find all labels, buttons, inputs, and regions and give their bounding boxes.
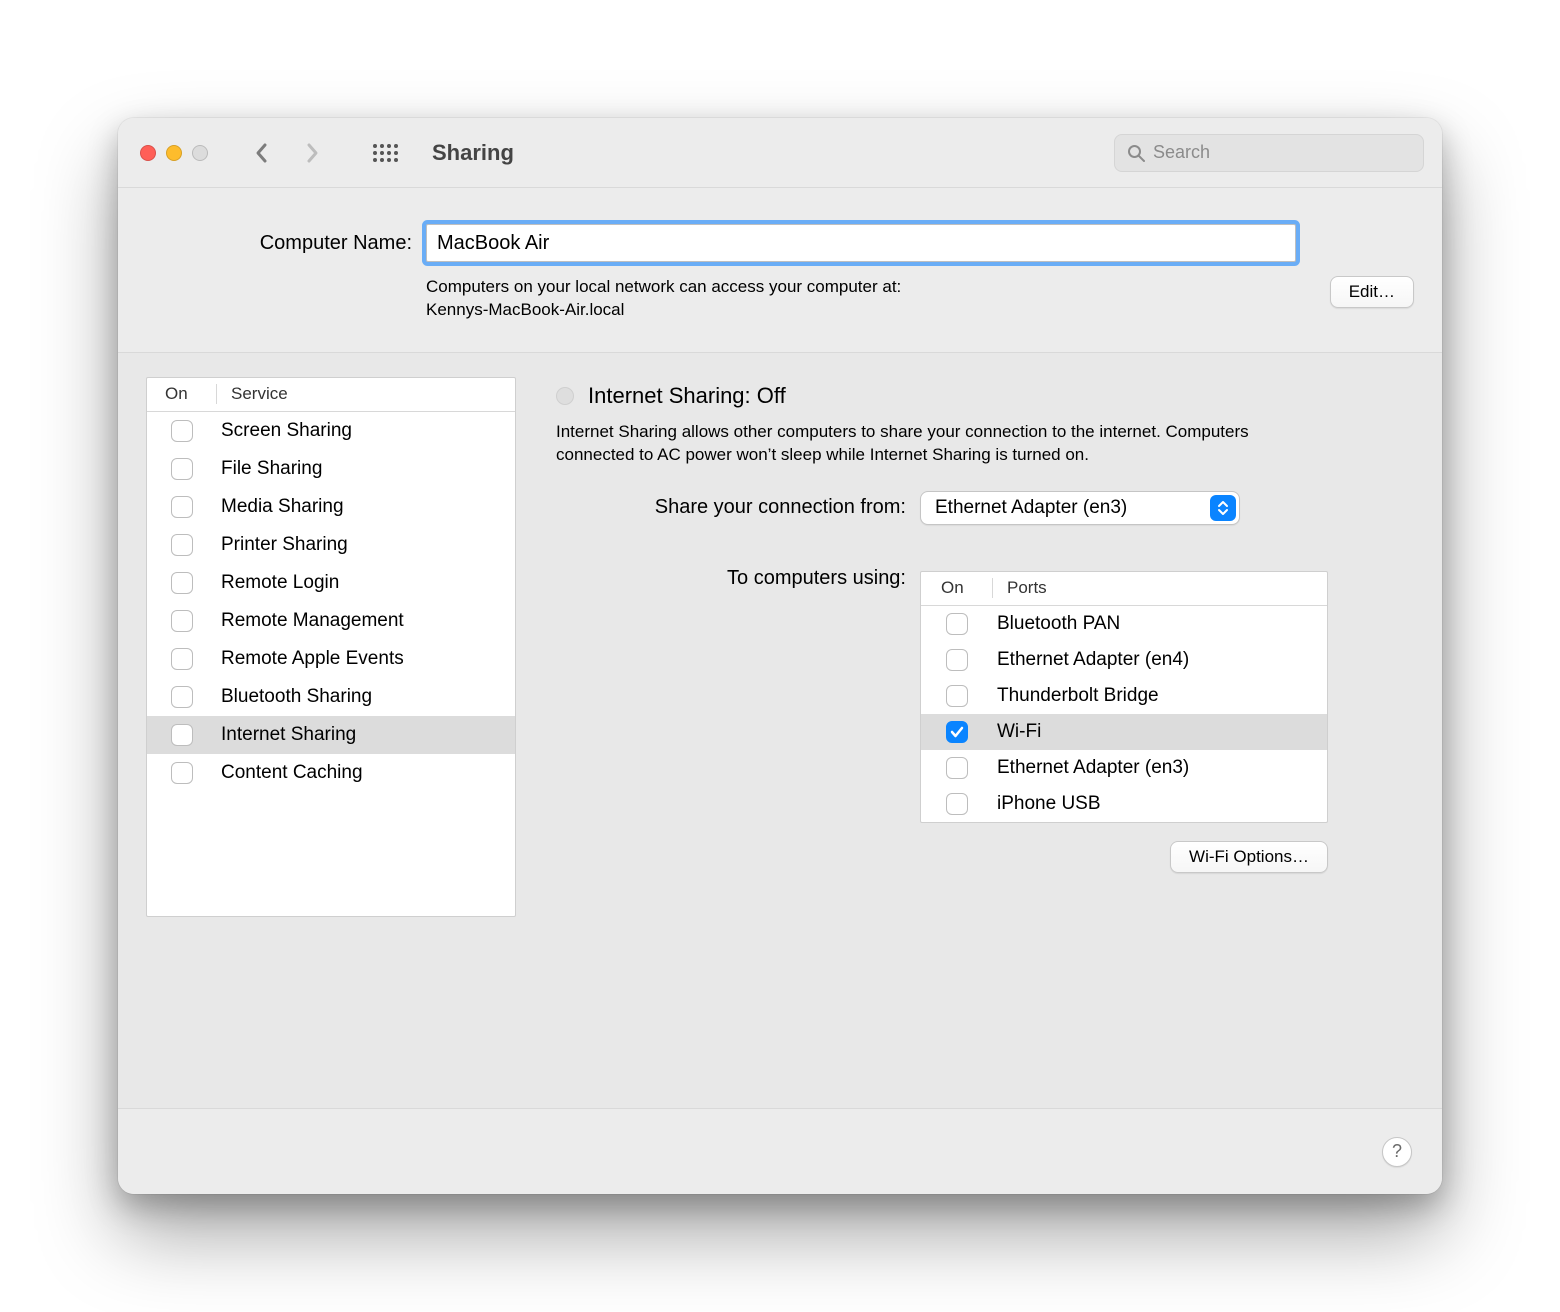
nav-buttons	[240, 134, 334, 172]
service-row[interactable]: Printer Sharing	[147, 526, 515, 564]
column-on[interactable]: On	[921, 578, 993, 598]
service-row[interactable]: Remote Login	[147, 564, 515, 602]
share-from-label: Share your connection from:	[556, 496, 906, 519]
service-description: Internet Sharing allows other computers …	[556, 421, 1286, 467]
port-checkbox[interactable]	[946, 613, 968, 635]
sharing-window: Sharing Computer Name: Computers on your…	[118, 118, 1442, 1194]
service-checkbox[interactable]	[171, 762, 193, 784]
search-field[interactable]	[1114, 134, 1424, 172]
service-checkbox[interactable]	[171, 496, 193, 518]
port-label: Ethernet Adapter (en4)	[993, 649, 1189, 671]
service-row[interactable]: Bluetooth Sharing	[147, 678, 515, 716]
services-table-header: On Service	[147, 378, 515, 412]
share-from-value: Ethernet Adapter (en3)	[935, 497, 1127, 519]
service-row[interactable]: Screen Sharing	[147, 412, 515, 450]
service-label: Remote Login	[217, 572, 339, 594]
service-label: File Sharing	[217, 458, 322, 480]
service-checkbox[interactable]	[171, 534, 193, 556]
port-label: Wi-Fi	[993, 721, 1041, 743]
chevron-right-icon	[304, 142, 320, 164]
port-row[interactable]: iPhone USB	[921, 786, 1327, 822]
service-row[interactable]: File Sharing	[147, 450, 515, 488]
port-row[interactable]: Wi-Fi	[921, 714, 1327, 750]
port-label: iPhone USB	[993, 793, 1101, 815]
chevron-left-icon	[254, 142, 270, 164]
back-button[interactable]	[240, 134, 284, 172]
service-label: Bluetooth Sharing	[217, 686, 372, 708]
service-row[interactable]: Media Sharing	[147, 488, 515, 526]
services-table: On Service Screen Sharing File Sharing Med…	[146, 377, 516, 917]
service-checkbox[interactable]	[171, 458, 193, 480]
port-checkbox[interactable]	[946, 793, 968, 815]
port-label: Ethernet Adapter (en3)	[993, 757, 1189, 779]
edit-hostname-button[interactable]: Edit…	[1330, 276, 1414, 308]
port-checkbox[interactable]	[946, 757, 968, 779]
port-label: Bluetooth PAN	[993, 613, 1120, 635]
popup-stepper-icon	[1210, 495, 1236, 521]
help-button[interactable]: ?	[1382, 1137, 1412, 1167]
port-row[interactable]: Ethernet Adapter (en3)	[921, 750, 1327, 786]
wifi-options-button[interactable]: Wi-Fi Options…	[1170, 841, 1328, 873]
port-row[interactable]: Ethernet Adapter (en4)	[921, 642, 1327, 678]
service-row[interactable]: Remote Apple Events	[147, 640, 515, 678]
service-label: Screen Sharing	[217, 420, 352, 442]
service-row[interactable]: Content Caching	[147, 754, 515, 792]
service-label: Internet Sharing	[217, 724, 356, 746]
port-label: Thunderbolt Bridge	[993, 685, 1159, 707]
main-content: On Service Screen Sharing File Sharing Med…	[118, 353, 1442, 1108]
service-checkbox[interactable]	[171, 686, 193, 708]
grid-icon	[372, 143, 400, 163]
port-checkbox[interactable]	[946, 649, 968, 671]
ports-table-header: On Ports	[921, 572, 1327, 606]
window-controls	[140, 145, 208, 161]
service-label: Printer Sharing	[217, 534, 348, 556]
footer: ?	[118, 1108, 1442, 1194]
computer-name-input[interactable]	[426, 224, 1296, 262]
service-checkbox[interactable]	[171, 610, 193, 632]
forward-button[interactable]	[290, 134, 334, 172]
service-checkbox[interactable]	[171, 724, 193, 746]
service-detail: Internet Sharing: Off Internet Sharing a…	[556, 377, 1414, 873]
service-label: Content Caching	[217, 762, 363, 784]
computer-name-hint: Computers on your local network can acce…	[426, 276, 1260, 322]
page-title: Sharing	[432, 140, 514, 166]
close-window-button[interactable]	[140, 145, 156, 161]
search-input[interactable]	[1153, 142, 1411, 163]
service-label: Media Sharing	[217, 496, 344, 518]
ports-table: On Ports Bluetooth PAN Ethernet Adapter (…	[920, 571, 1328, 823]
status-title: Internet Sharing: Off	[588, 383, 786, 409]
column-service[interactable]: Service	[217, 384, 288, 404]
service-checkbox[interactable]	[171, 420, 193, 442]
service-label: Remote Management	[217, 610, 404, 632]
computer-name-label: Computer Name:	[206, 232, 412, 255]
share-from-popup[interactable]: Ethernet Adapter (en3)	[920, 491, 1240, 525]
zoom-window-button[interactable]	[192, 145, 208, 161]
service-checkbox[interactable]	[171, 572, 193, 594]
status-indicator-icon	[556, 387, 574, 405]
titlebar: Sharing	[118, 118, 1442, 188]
port-checkbox[interactable]	[946, 721, 968, 743]
show-all-prefs-button[interactable]	[364, 134, 408, 172]
service-row[interactable]: Internet Sharing	[147, 716, 515, 754]
service-checkbox[interactable]	[171, 648, 193, 670]
column-on[interactable]: On	[147, 384, 217, 404]
port-row[interactable]: Thunderbolt Bridge	[921, 678, 1327, 714]
to-computers-label: To computers using:	[556, 567, 906, 590]
service-label: Remote Apple Events	[217, 648, 404, 670]
search-icon	[1127, 144, 1145, 162]
port-row[interactable]: Bluetooth PAN	[921, 606, 1327, 642]
column-ports[interactable]: Ports	[993, 578, 1047, 598]
computer-name-section: Computer Name: Computers on your local n…	[118, 188, 1442, 353]
port-checkbox[interactable]	[946, 685, 968, 707]
service-row[interactable]: Remote Management	[147, 602, 515, 640]
minimize-window-button[interactable]	[166, 145, 182, 161]
